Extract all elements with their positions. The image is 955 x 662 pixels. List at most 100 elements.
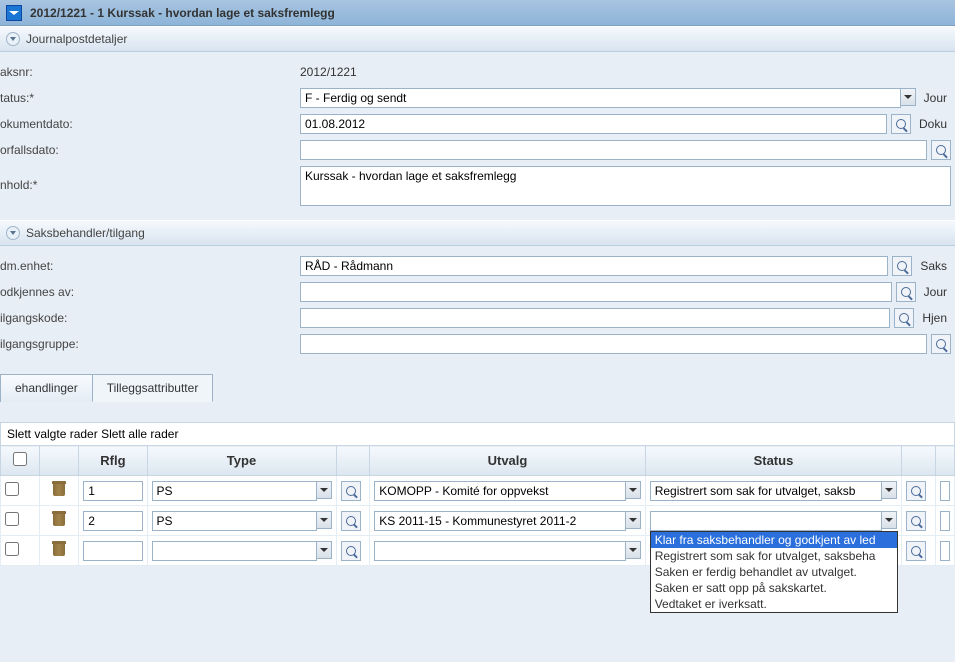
utvalg-select[interactable] xyxy=(374,541,625,561)
date-input[interactable] xyxy=(940,541,950,561)
rflg-input[interactable] xyxy=(83,541,142,561)
header-status: Status xyxy=(645,446,901,476)
type-search-button[interactable] xyxy=(341,541,361,561)
section-journalpost[interactable]: Journalpostdetaljer xyxy=(0,26,955,52)
admenhet-search-button[interactable] xyxy=(892,256,912,276)
dokumentdato-label: okumentdato: xyxy=(0,114,300,131)
collapse-icon xyxy=(6,32,20,46)
document-icon xyxy=(6,5,22,21)
tilgangsgruppe-label: ilgangsgruppe: xyxy=(0,334,300,351)
dropdown-option[interactable]: Registrert som sak for utvalget, saksbeh… xyxy=(651,548,897,564)
row-checkbox[interactable] xyxy=(5,482,19,496)
collapse-icon xyxy=(6,226,20,240)
search-icon xyxy=(897,261,907,271)
behandlinger-grid: Rflg Type Utvalg Status xyxy=(0,445,955,566)
row-checkbox[interactable] xyxy=(5,542,19,556)
journalpost-form: aksnr: 2012/1221 tatus:* Jour okumentdat… xyxy=(0,52,955,220)
forfallsdato-input[interactable] xyxy=(300,140,927,160)
tabs: ehandlinger Tilleggsattributter xyxy=(0,374,955,402)
search-icon xyxy=(911,486,921,496)
header-utvalg: Utvalg xyxy=(370,446,645,476)
search-icon xyxy=(899,313,909,323)
search-icon xyxy=(901,287,911,297)
type-search-button[interactable] xyxy=(341,511,361,531)
dokumentdato-right-label: Doku xyxy=(915,114,951,134)
dropdown-arrow-icon[interactable] xyxy=(900,88,916,106)
trash-icon[interactable] xyxy=(52,511,66,527)
date-input[interactable] xyxy=(940,511,950,531)
dropdown-arrow-icon[interactable] xyxy=(316,481,332,499)
type-select[interactable] xyxy=(152,481,317,501)
type-search-button[interactable] xyxy=(341,481,361,501)
section-journalpost-label: Journalpostdetaljer xyxy=(26,32,127,46)
dropdown-option[interactable]: Saken er satt opp på sakskartet. xyxy=(651,580,897,596)
grid-header-row: Rflg Type Utvalg Status xyxy=(1,446,955,476)
trash-icon[interactable] xyxy=(52,481,66,497)
search-icon xyxy=(346,546,356,556)
admenhet-right-label: Saks xyxy=(916,256,951,276)
header-type: Type xyxy=(147,446,336,476)
tilgangsgruppe-input[interactable] xyxy=(300,334,927,354)
header-delete xyxy=(40,446,79,476)
dropdown-arrow-icon[interactable] xyxy=(316,541,332,559)
godkjennes-right-label: Jour xyxy=(920,282,951,302)
rflg-input[interactable] xyxy=(83,511,142,531)
grid-toolbar: Slett valgte rader Slett alle rader xyxy=(0,422,955,445)
tilgangsgruppe-search-button[interactable] xyxy=(931,334,951,354)
godkjennes-search-button[interactable] xyxy=(896,282,916,302)
tab-tilleggsattributter[interactable]: Tilleggsattributter xyxy=(92,374,214,402)
saksnr-value: 2012/1221 xyxy=(300,62,357,82)
dropdown-arrow-icon[interactable] xyxy=(881,511,897,529)
dropdown-arrow-icon[interactable] xyxy=(625,481,641,499)
dropdown-arrow-icon[interactable] xyxy=(625,511,641,529)
search-icon xyxy=(911,516,921,526)
window-title: 2012/1221 - 1 Kurssak - hvordan lage et … xyxy=(30,6,335,20)
dropdown-option[interactable]: Klar fra saksbehandler og godkjent av le… xyxy=(651,532,897,548)
row-checkbox[interactable] xyxy=(5,512,19,526)
search-icon xyxy=(346,516,356,526)
tab-behandlinger[interactable]: ehandlinger xyxy=(0,374,93,402)
dropdown-arrow-icon[interactable] xyxy=(316,511,332,529)
delete-selected-button[interactable]: Slett valgte rader xyxy=(7,427,98,441)
date-input[interactable] xyxy=(940,481,950,501)
innhold-textarea[interactable] xyxy=(300,166,951,206)
header-date xyxy=(936,446,955,476)
type-select[interactable] xyxy=(152,541,317,561)
dokumentdato-search-button[interactable] xyxy=(891,114,911,134)
saksbehandler-form: dm.enhet: Saks odkjennes av: Jour ilgang… xyxy=(0,246,955,370)
innhold-label: nhold:* xyxy=(0,166,300,192)
tilgangskode-input[interactable] xyxy=(300,308,890,328)
header-checkbox xyxy=(1,446,40,476)
table-row xyxy=(1,476,955,506)
status-select[interactable] xyxy=(300,88,901,108)
status-dropdown: Klar fra saksbehandler og godkjent av le… xyxy=(650,531,898,613)
forfallsdato-search-button[interactable] xyxy=(931,140,951,160)
trash-icon[interactable] xyxy=(52,541,66,557)
search-icon xyxy=(936,339,946,349)
section-saksbehandler[interactable]: Saksbehandler/tilgang xyxy=(0,220,955,246)
dropdown-arrow-icon[interactable] xyxy=(881,481,897,499)
select-all-checkbox[interactable] xyxy=(13,452,27,466)
status-search-button[interactable] xyxy=(906,511,926,531)
dropdown-option[interactable]: Vedtaket er iverksatt. xyxy=(651,596,897,612)
header-rflg: Rflg xyxy=(79,446,147,476)
status-right-label: Jour xyxy=(920,88,951,108)
status-select[interactable] xyxy=(650,511,882,531)
admenhet-input[interactable] xyxy=(300,256,888,276)
table-row: Klar fra saksbehandler og godkjent av le… xyxy=(1,506,955,536)
status-search-button[interactable] xyxy=(906,541,926,561)
dokumentdato-input[interactable] xyxy=(300,114,887,134)
utvalg-select[interactable] xyxy=(374,481,625,501)
status-search-button[interactable] xyxy=(906,481,926,501)
utvalg-select[interactable] xyxy=(374,511,625,531)
delete-all-button[interactable]: Slett alle rader xyxy=(101,427,178,441)
godkjennes-input[interactable] xyxy=(300,282,892,302)
tilgangskode-search-button[interactable] xyxy=(894,308,914,328)
type-select[interactable] xyxy=(152,511,317,531)
section-saksbehandler-label: Saksbehandler/tilgang xyxy=(26,226,145,240)
dropdown-arrow-icon[interactable] xyxy=(625,541,641,559)
search-icon xyxy=(911,546,921,556)
rflg-input[interactable] xyxy=(83,481,142,501)
dropdown-option[interactable]: Saken er ferdig behandlet av utvalget. xyxy=(651,564,897,580)
status-select[interactable] xyxy=(650,481,882,501)
